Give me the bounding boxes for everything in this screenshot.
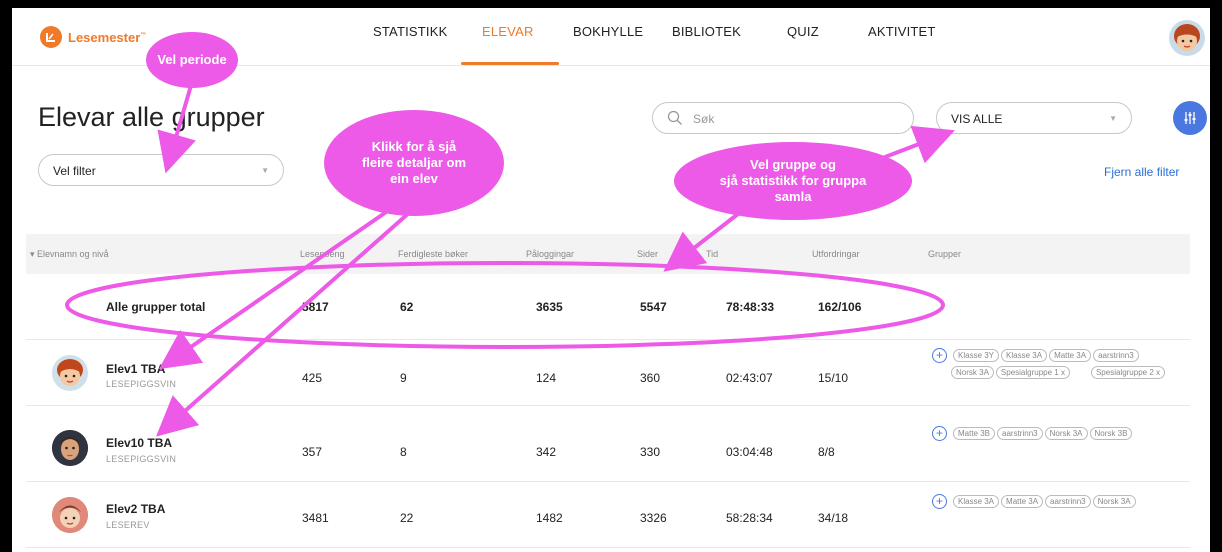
total-palogg: 3635 xyxy=(536,300,563,314)
total-label: Alle grupper total xyxy=(106,300,206,314)
page-title: Elevar alle grupper xyxy=(38,102,265,132)
table-row[interactable]: Elev1 TBA LESEPIGGSVIN 425 9 124 360 02:… xyxy=(26,340,1190,406)
student-avatar xyxy=(52,497,88,533)
total-utfordringar: 162/106 xyxy=(818,300,862,314)
cell-sider: 360 xyxy=(640,371,661,385)
clear-filters-link[interactable]: Fjern alle filter xyxy=(1104,165,1179,179)
cell-utfordringar: 8/8 xyxy=(818,445,835,459)
cell-tid: 58:28:34 xyxy=(726,511,773,525)
cell-lesepoeng: 3481 xyxy=(302,511,329,525)
cell-sider: 330 xyxy=(640,445,661,459)
group-tag[interactable]: aarstrinn3 xyxy=(1093,349,1139,362)
nav-bibliotek[interactable]: BIBLIOTEK xyxy=(672,24,741,39)
group-tag[interactable]: Spesialgruppe 2 x xyxy=(1090,366,1165,379)
user-avatar[interactable] xyxy=(1169,20,1205,56)
col-header-grupper: Grupper xyxy=(928,249,962,259)
app-logo[interactable]: Lesemester™ xyxy=(40,26,146,48)
nav-aktivitet[interactable]: AKTIVITET xyxy=(868,24,936,39)
book-logo-icon xyxy=(40,26,62,48)
cell-tid: 02:43:07 xyxy=(726,371,773,385)
nav-quiz[interactable]: QUIZ xyxy=(787,24,819,39)
add-group-icon[interactable]: + xyxy=(932,426,947,441)
group-tag[interactable]: Matte 3B xyxy=(953,427,996,440)
add-group-icon[interactable]: + xyxy=(932,348,947,363)
search-input[interactable]: Søk xyxy=(652,102,914,134)
group-tag[interactable]: Matte 3A xyxy=(1001,495,1044,508)
student-avatar xyxy=(52,355,88,391)
nav-bokhylle[interactable]: BOKHYLLE xyxy=(573,24,643,39)
cell-lesepoeng: 357 xyxy=(302,445,323,459)
group-tags: + Matte 3B aarstrinn3 Norsk 3A Norsk 3B xyxy=(932,426,1194,441)
cell-palogg: 342 xyxy=(536,445,557,459)
cell-utfordringar: 15/10 xyxy=(818,371,849,385)
group-tag[interactable]: Matte 3A xyxy=(1049,349,1092,362)
col-header-lesepoeng[interactable]: Lesepoeng xyxy=(300,249,345,259)
group-tag[interactable]: Klasse 3A xyxy=(953,495,1000,508)
group-tag[interactable]: Klasse 3Y xyxy=(953,349,1000,362)
group-tag[interactable]: Klasse 3A xyxy=(1001,349,1048,362)
brand-name: Lesemester xyxy=(68,29,141,45)
group-tag[interactable]: Norsk 3A xyxy=(951,366,994,379)
annotation-group: Vel gruppe og sjå statistikk for gruppa … xyxy=(674,142,912,220)
annotation-period: Vel periode xyxy=(146,32,238,88)
nav-statistikk[interactable]: STATISTIKK xyxy=(373,24,447,39)
student-level: LESEPIGGSVIN xyxy=(106,379,177,389)
period-filter-select[interactable]: Vel filter ▼ xyxy=(38,154,284,186)
group-tag[interactable]: aarstrinn3 xyxy=(997,427,1043,440)
student-level: LESEREV xyxy=(106,520,150,530)
chevron-down-icon: ▼ xyxy=(261,166,269,175)
total-row: Alle grupper total 5817 62 3635 5547 78:… xyxy=(26,274,1190,340)
filter-settings-button[interactable] xyxy=(1173,101,1207,135)
annotation-details: Klikk for å sjå fleire detaljar om ein e… xyxy=(324,110,504,216)
col-header-sider[interactable]: Sider xyxy=(637,249,658,259)
add-group-icon[interactable]: + xyxy=(932,494,947,509)
group-tag[interactable]: Norsk 3A xyxy=(1044,427,1088,440)
col-header-tid[interactable]: Tid xyxy=(706,249,718,259)
table-row[interactable]: Elev10 TBA LESEPIGGSVIN 357 8 342 330 03… xyxy=(26,416,1190,482)
cell-boker: 9 xyxy=(400,371,407,385)
group-tags: + Klasse 3Y Klasse 3A Matte 3A aarstrinn… xyxy=(932,348,1194,379)
total-boker: 62 xyxy=(400,300,414,314)
cell-lesepoeng: 425 xyxy=(302,371,323,385)
cell-boker: 8 xyxy=(400,445,407,459)
student-name[interactable]: Elev2 TBA xyxy=(106,502,165,516)
cell-sider: 3326 xyxy=(640,511,667,525)
student-avatar xyxy=(52,430,88,466)
group-select[interactable]: VIS ALLE ▼ xyxy=(936,102,1132,134)
sliders-icon xyxy=(1184,112,1196,124)
table-row[interactable]: Elev2 TBA LESEREV 3481 22 1482 3326 58:2… xyxy=(26,482,1190,548)
nav-elevar[interactable]: ELEVAR xyxy=(482,24,534,39)
total-lesepoeng: 5817 xyxy=(302,300,329,314)
col-header-name[interactable]: ▾ Elevnamn og nivå xyxy=(30,249,109,260)
col-header-boker[interactable]: Ferdigleste bøker xyxy=(398,249,468,259)
group-tags: + Klasse 3A Matte 3A aarstrinn3 Norsk 3A xyxy=(932,494,1194,509)
search-icon xyxy=(667,110,683,129)
cell-boker: 22 xyxy=(400,511,414,525)
cell-tid: 03:04:48 xyxy=(726,445,773,459)
group-tag[interactable]: Norsk 3B xyxy=(1089,427,1133,440)
col-header-utfordringar[interactable]: Utfordringar xyxy=(812,249,860,259)
app-window: Lesemester™ STATISTIKK ELEVAR BOKHYLLE B… xyxy=(12,8,1210,552)
group-tag[interactable]: Spesialgruppe 1 x xyxy=(995,366,1070,379)
table-header: ▾ Elevnamn og nivå Lesepoeng Ferdigleste… xyxy=(26,234,1190,274)
cell-utfordringar: 34/18 xyxy=(818,511,849,525)
student-level: LESEPIGGSVIN xyxy=(106,454,177,464)
student-name[interactable]: Elev1 TBA xyxy=(106,362,165,376)
active-tab-indicator xyxy=(461,62,559,65)
total-tid: 78:48:33 xyxy=(726,300,775,314)
student-name[interactable]: Elev10 TBA xyxy=(106,436,172,450)
col-header-palogg[interactable]: Påloggingar xyxy=(526,249,574,259)
chevron-down-icon: ▼ xyxy=(1109,114,1117,123)
cell-palogg: 1482 xyxy=(536,511,563,525)
cell-palogg: 124 xyxy=(536,371,557,385)
total-sider: 5547 xyxy=(640,300,667,314)
group-tag[interactable]: aarstrinn3 xyxy=(1045,495,1091,508)
group-tag[interactable]: Norsk 3A xyxy=(1092,495,1136,508)
